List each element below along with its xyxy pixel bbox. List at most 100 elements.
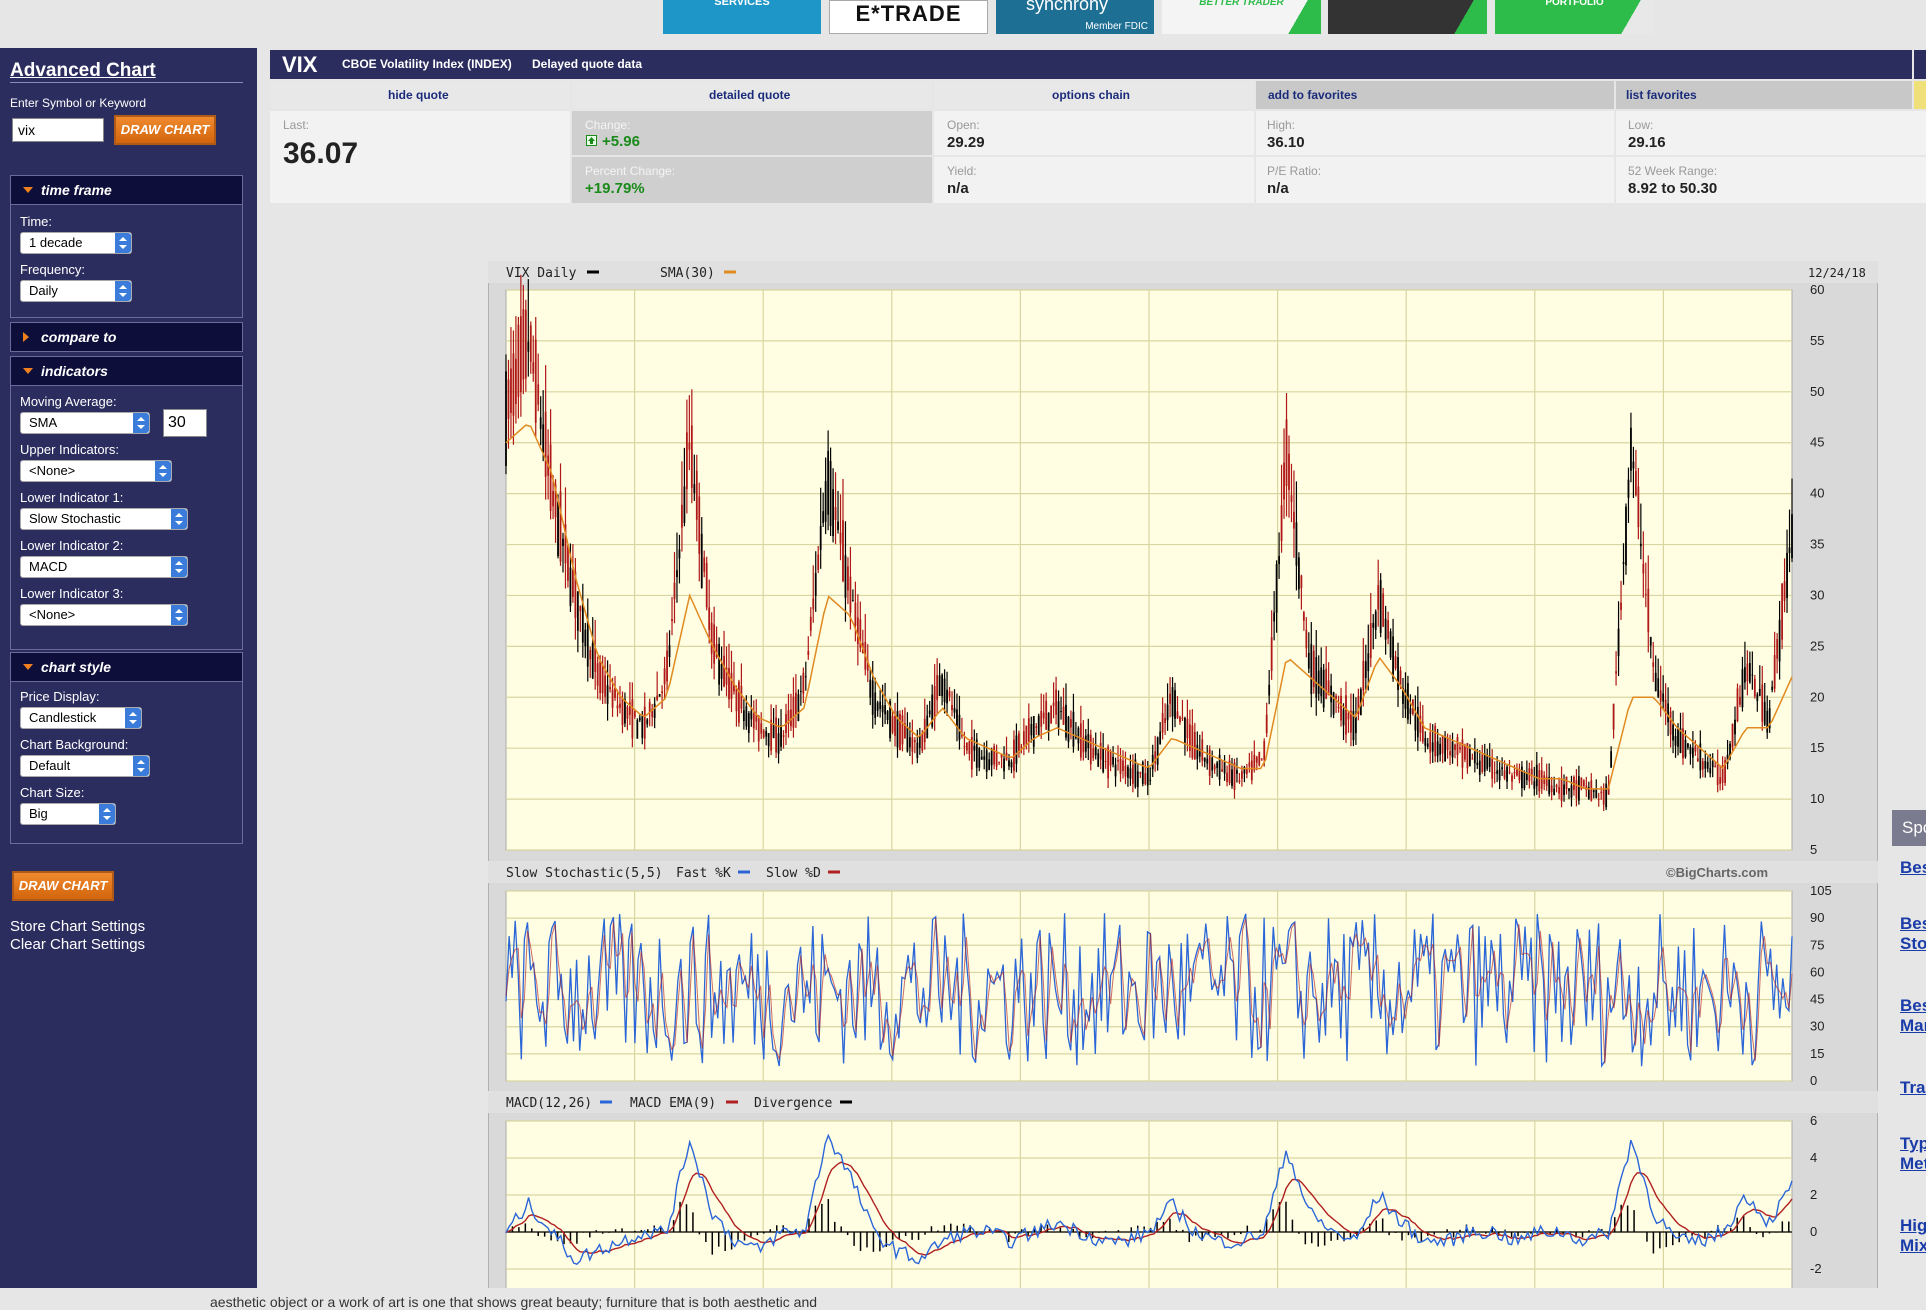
store-chart-settings-link[interactable]: Store Chart Settings bbox=[10, 918, 145, 935]
candle-body bbox=[1268, 684, 1271, 696]
candle-body bbox=[1535, 764, 1538, 787]
candle-body bbox=[512, 353, 515, 416]
candle-body bbox=[646, 719, 649, 725]
ad-synchrony[interactable]: synchrony Member FDIC bbox=[996, 0, 1154, 34]
candle-body bbox=[1027, 718, 1030, 742]
candle-body bbox=[1791, 514, 1793, 559]
sponsored-link[interactable]: High Mix bbox=[1900, 1216, 1926, 1264]
candle-body bbox=[1213, 765, 1216, 770]
time-label: Time: bbox=[20, 214, 53, 229]
candle-body bbox=[631, 699, 634, 739]
compare-to-header[interactable]: compare to bbox=[11, 323, 242, 352]
tab-options-chain[interactable]: options chain bbox=[1052, 81, 1130, 109]
candle-body bbox=[767, 733, 770, 747]
sidebar-title[interactable]: Advanced Chart bbox=[10, 60, 156, 82]
candle-body bbox=[1704, 761, 1707, 769]
ma-period-input[interactable]: 30 bbox=[163, 409, 207, 437]
candle-body bbox=[1399, 670, 1402, 686]
ad-services[interactable]: SERVICES bbox=[663, 0, 821, 34]
draw-chart-button[interactable]: DRAW CHART bbox=[114, 115, 216, 145]
low-label: Low: bbox=[1628, 118, 1654, 132]
chart-background-label: Chart Background: bbox=[20, 737, 129, 752]
y-tick-label: 2 bbox=[1810, 1187, 1817, 1202]
y-tick-label: 30 bbox=[1810, 587, 1824, 602]
moving-average-select[interactable]: SMA bbox=[20, 412, 150, 434]
candle-body bbox=[1731, 723, 1734, 748]
candle-body bbox=[775, 717, 777, 753]
open-cell: Open: 29.29 bbox=[934, 111, 1254, 155]
candle-body bbox=[1144, 773, 1147, 784]
candle-body bbox=[869, 679, 872, 698]
price-display-select[interactable]: Candlestick bbox=[20, 707, 142, 729]
candle-body bbox=[552, 491, 554, 507]
candle-body bbox=[656, 695, 659, 701]
candle-body bbox=[1119, 759, 1122, 774]
candle-body bbox=[849, 576, 852, 613]
candle-body bbox=[740, 685, 743, 709]
indicators-header[interactable]: indicators bbox=[11, 357, 242, 386]
candle-body bbox=[876, 702, 879, 711]
candle-body bbox=[1389, 631, 1392, 658]
candle-body bbox=[584, 629, 587, 647]
change-value: +5.96 bbox=[602, 133, 640, 150]
candle-body bbox=[1211, 757, 1214, 771]
sponsored-link[interactable]: Best Stocks bbox=[1900, 914, 1926, 962]
tab-detailed-quote[interactable]: detailed quote bbox=[709, 81, 790, 109]
candle-body bbox=[695, 470, 698, 520]
candle-body bbox=[606, 685, 609, 704]
candle-body bbox=[1236, 770, 1238, 774]
quote-tabs: hide quote detailed quote options chain … bbox=[270, 81, 1926, 109]
lower-indicator-2-select[interactable]: MACD bbox=[20, 556, 188, 578]
ad-etrade[interactable]: E*TRADE bbox=[829, 0, 988, 34]
clear-chart-settings-link[interactable]: Clear Chart Settings bbox=[10, 936, 145, 953]
draw-chart-button-bottom[interactable]: DRAW CHART bbox=[12, 871, 114, 901]
tab-add-to-favorites[interactable]: add to favorites bbox=[1268, 81, 1357, 109]
sponsored-link[interactable]: Best Markets bbox=[1900, 996, 1926, 1044]
lower-indicator-3-select[interactable]: <None> bbox=[20, 604, 188, 626]
candle-body bbox=[1265, 714, 1268, 734]
tab-hide-quote[interactable]: hide quote bbox=[388, 81, 449, 109]
sponsored-link[interactable]: Best bbox=[1900, 858, 1926, 878]
divider bbox=[10, 82, 243, 83]
ad-better-trader[interactable]: BETTER TRADER bbox=[1162, 0, 1321, 34]
y-tick-label: 15 bbox=[1810, 740, 1824, 755]
candle-body bbox=[1582, 780, 1585, 786]
candle-body bbox=[1570, 785, 1573, 798]
upper-indicators-select[interactable]: <None> bbox=[20, 460, 172, 482]
candle-body bbox=[844, 555, 847, 598]
lower-indicator-1-select[interactable]: Slow Stochastic bbox=[20, 508, 188, 530]
candle-body bbox=[1744, 667, 1746, 683]
candle-body bbox=[1379, 580, 1382, 633]
candle-body bbox=[770, 719, 773, 751]
candle-body bbox=[1649, 637, 1652, 646]
chart-size-select[interactable]: Big bbox=[20, 803, 116, 825]
candle-body bbox=[953, 708, 956, 713]
candle-body bbox=[1748, 663, 1751, 683]
candle-body bbox=[1630, 427, 1632, 471]
ad-dark[interactable] bbox=[1328, 0, 1487, 34]
y-tick-label: 40 bbox=[1810, 486, 1824, 501]
time-frame-header[interactable]: time frame bbox=[11, 176, 242, 205]
frequency-select[interactable]: Daily bbox=[20, 280, 132, 302]
candle-body bbox=[735, 688, 738, 712]
sponsored-link[interactable]: Trading bbox=[1900, 1078, 1926, 1098]
candle-body bbox=[1337, 706, 1340, 709]
tab-list-favorites[interactable]: list favorites bbox=[1626, 81, 1697, 109]
quote-name: CBOE Volatility Index (INDEX) bbox=[342, 57, 512, 71]
candle-body bbox=[1516, 769, 1518, 776]
y-tick-label: 5 bbox=[1810, 842, 1817, 857]
legend-slow-d: Slow %D bbox=[766, 866, 821, 881]
chart-style-header[interactable]: chart style bbox=[11, 653, 242, 682]
candle-body bbox=[1488, 757, 1491, 767]
candle-body bbox=[1416, 706, 1419, 738]
sponsored-link[interactable]: Types Method bbox=[1900, 1134, 1926, 1182]
candle-body bbox=[1047, 712, 1050, 733]
chart-background-select[interactable]: Default bbox=[20, 755, 150, 777]
ad-portfolio[interactable]: PORTFOLIO bbox=[1495, 0, 1654, 34]
time-select[interactable]: 1 decade bbox=[20, 232, 132, 254]
candle-body bbox=[1627, 479, 1630, 498]
candle-body bbox=[782, 735, 785, 737]
candle-body bbox=[1659, 690, 1662, 702]
select-arrows-icon bbox=[133, 413, 149, 433]
symbol-input[interactable] bbox=[12, 118, 104, 142]
